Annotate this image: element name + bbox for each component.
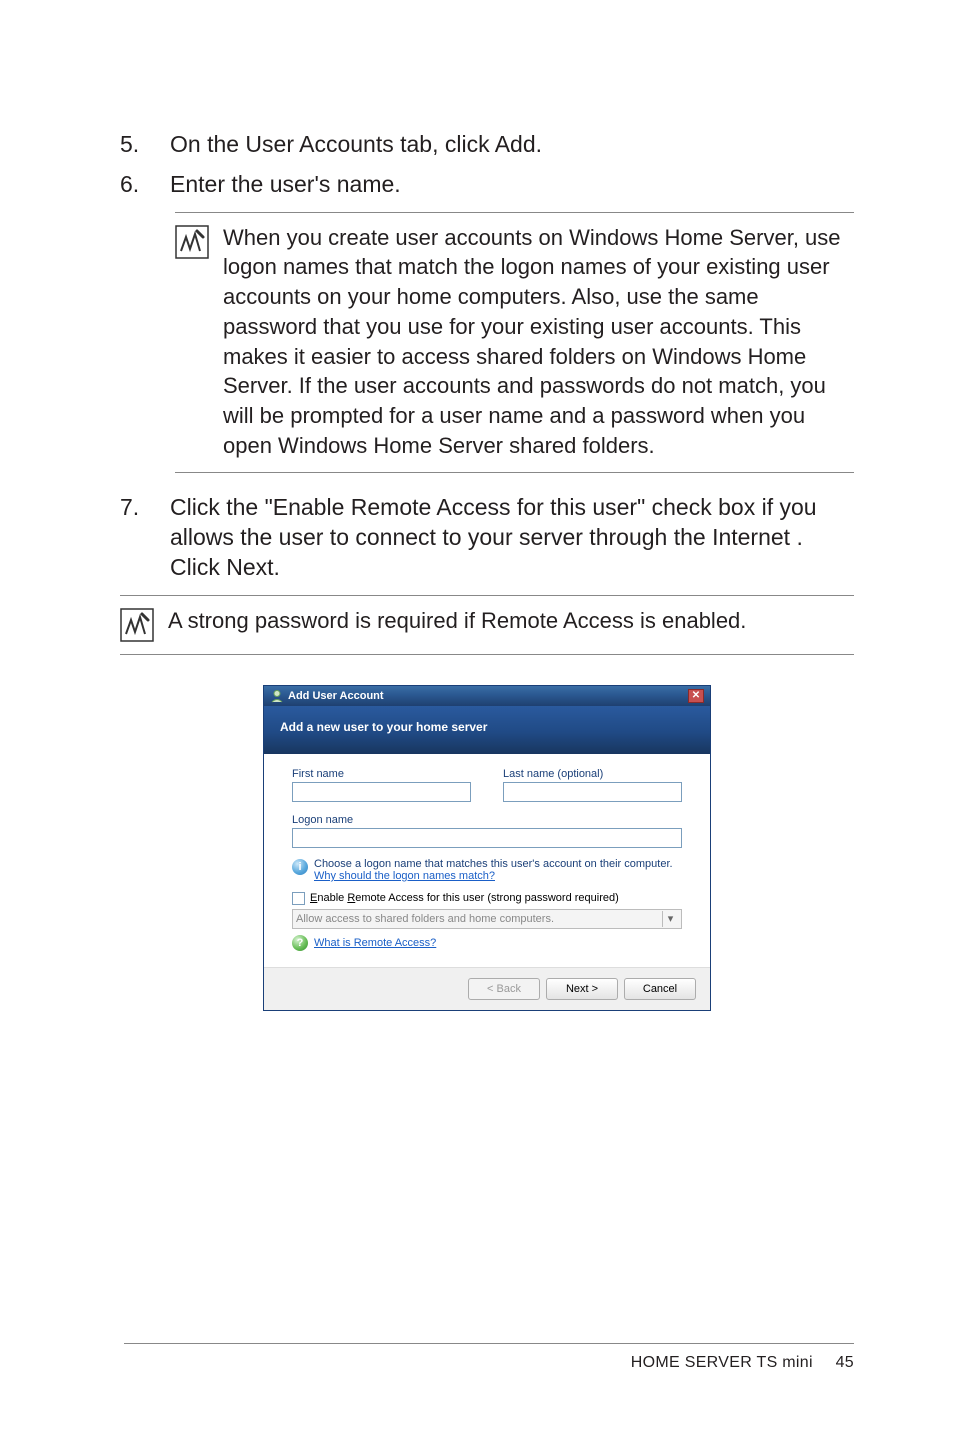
dialog-body: First name Last name (optional) Logon na…	[264, 754, 710, 967]
remote-access-help-link[interactable]: What is Remote Access?	[314, 937, 436, 949]
last-name-input[interactable]	[503, 782, 682, 802]
logon-name-input[interactable]	[292, 828, 682, 848]
info-row: i Choose a logon name that matches this …	[292, 858, 682, 882]
dialog-screenshot: Add User Account ✕ Add a new user to you…	[120, 685, 854, 1011]
page-footer: HOME SERVER TS mini 45	[124, 1343, 854, 1372]
user-icon	[270, 689, 284, 703]
logon-name-label: Logon name	[292, 814, 682, 826]
note-text: A strong password is required if Remote …	[168, 606, 746, 642]
note-text: When you create user accounts on Windows…	[223, 223, 854, 461]
enable-remote-checkbox[interactable]	[292, 892, 305, 905]
dropdown-value: Allow access to shared folders and home …	[296, 913, 554, 925]
close-icon[interactable]: ✕	[688, 689, 704, 703]
document-page: 5. On the User Accounts tab, click Add. …	[0, 0, 954, 1071]
step-number: 7.	[120, 493, 170, 583]
step-number: 6.	[120, 170, 170, 200]
dialog-buttons: < Back Next > Cancel	[264, 967, 710, 1010]
step-number: 5.	[120, 130, 170, 160]
cancel-button[interactable]: Cancel	[624, 978, 696, 1000]
dialog-banner: Add a new user to your home server	[264, 706, 710, 754]
step-5: 5. On the User Accounts tab, click Add.	[120, 130, 854, 160]
footer-page-number: 45	[836, 1354, 854, 1371]
enable-remote-row[interactable]: Enable Remote Access for this user (stro…	[292, 892, 682, 905]
back-button[interactable]: < Back	[468, 978, 540, 1000]
step-6: 6. Enter the user's name.	[120, 170, 854, 200]
chevron-down-icon: ▾	[662, 911, 678, 927]
info-icon: i	[292, 859, 308, 875]
info-text: Choose a logon name that matches this us…	[314, 858, 673, 870]
help-icon: ?	[292, 935, 308, 951]
note-pencil-icon	[175, 225, 209, 259]
add-user-dialog: Add User Account ✕ Add a new user to you…	[263, 685, 711, 1011]
note-box-2: A strong password is required if Remote …	[120, 595, 854, 655]
note-box-1: When you create user accounts on Windows…	[175, 212, 854, 474]
footer-product: HOME SERVER TS mini	[631, 1354, 813, 1371]
access-dropdown[interactable]: Allow access to shared folders and home …	[292, 909, 682, 929]
step-text: On the User Accounts tab, click Add.	[170, 130, 854, 160]
dialog-title: Add User Account	[288, 690, 384, 702]
note-pencil-icon	[120, 608, 154, 642]
why-match-link[interactable]: Why should the logon names match?	[314, 870, 495, 882]
next-button[interactable]: Next >	[546, 978, 618, 1000]
first-name-label: First name	[292, 768, 471, 780]
step-text: Click the "Enable Remote Access for this…	[170, 493, 854, 583]
last-name-label: Last name (optional)	[503, 768, 682, 780]
dialog-titlebar: Add User Account ✕	[264, 686, 710, 706]
first-name-input[interactable]	[292, 782, 471, 802]
step-7: 7. Click the "Enable Remote Access for t…	[120, 493, 854, 583]
step-text: Enter the user's name.	[170, 170, 854, 200]
